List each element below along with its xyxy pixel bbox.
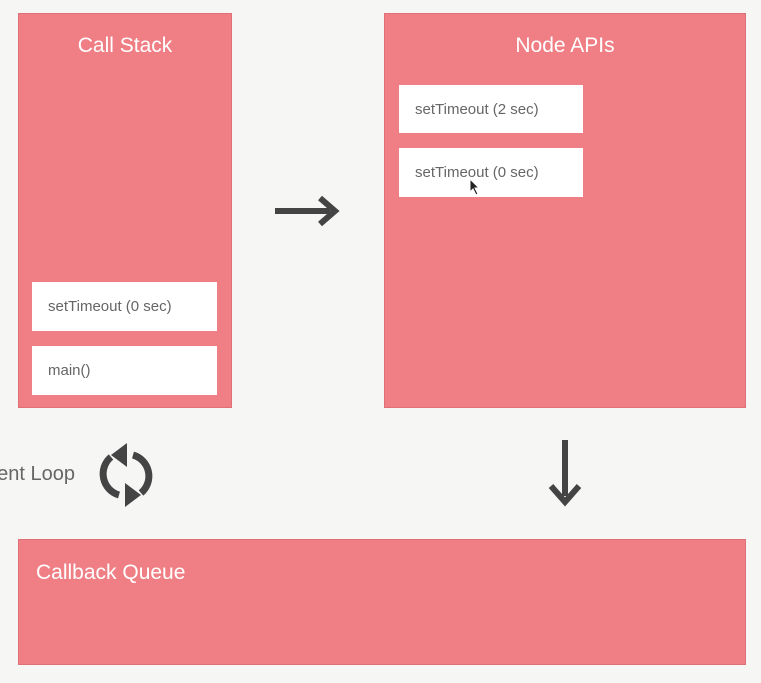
api-item: setTimeout (0 sec) — [399, 148, 583, 197]
event-loop-label: Event Loop — [0, 463, 75, 485]
callback-queue-panel: Callback Queue — [18, 539, 746, 665]
node-apis-panel: Node APIs setTimeout (2 sec) setTimeout … — [384, 13, 746, 408]
callback-queue-title: Callback Queue — [36, 561, 186, 584]
down-arrow-icon — [548, 440, 582, 507]
stack-frame: main() — [32, 346, 217, 395]
node-apis-title: Node APIs — [515, 34, 615, 57]
call-stack-title: Call Stack — [77, 34, 173, 57]
mouse-cursor-icon — [469, 178, 481, 196]
stack-frame: setTimeout (0 sec) — [32, 282, 217, 331]
call-stack-panel: Call Stack setTimeout (0 sec) main() — [18, 13, 232, 408]
api-item: setTimeout (2 sec) — [399, 85, 583, 133]
right-arrow-icon — [275, 195, 340, 227]
refresh-cycle-icon — [99, 443, 153, 507]
